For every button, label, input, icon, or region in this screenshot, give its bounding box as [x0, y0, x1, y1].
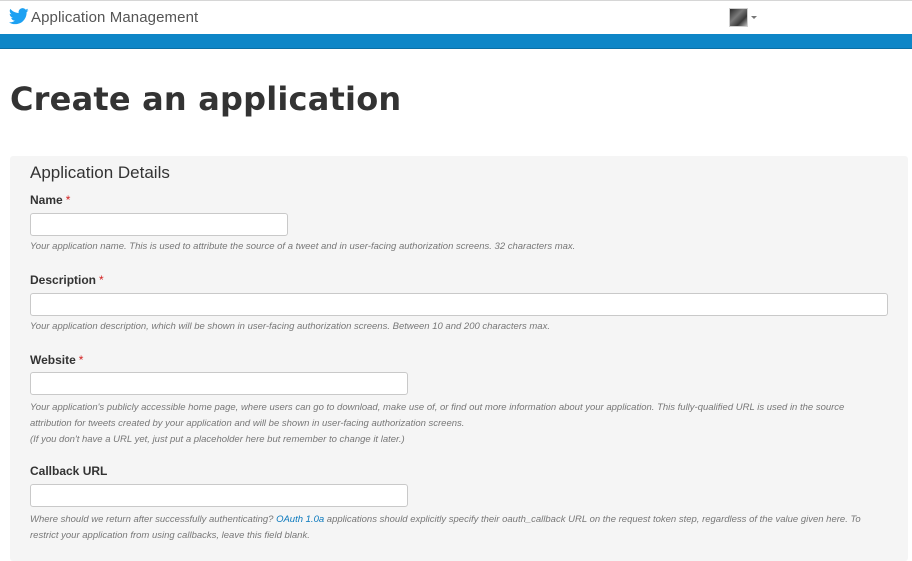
name-label: Name * [30, 193, 70, 207]
website-help: Your application's publicly accessible h… [30, 400, 870, 448]
name-label-text: Name [30, 193, 63, 207]
required-marker: * [78, 353, 84, 367]
required-marker: * [65, 193, 71, 207]
twitter-bird-icon[interactable] [9, 8, 29, 25]
name-input[interactable] [30, 213, 288, 236]
callback-url-input[interactable] [30, 484, 408, 507]
website-label-text: Website [30, 353, 76, 367]
callback-url-help-text: Where should we return after successfull… [30, 512, 880, 544]
accent-bar [0, 34, 912, 49]
website-help-note: (If you don't have a URL yet, just put a… [30, 434, 405, 445]
website-label: Website * [30, 353, 83, 367]
website-help-text: Your application's publicly accessible h… [30, 402, 845, 429]
user-menu[interactable] [729, 8, 759, 28]
required-marker: * [99, 273, 104, 287]
website-input[interactable] [30, 372, 408, 395]
top-navbar: Application Management [0, 0, 912, 34]
callback-url-label-text: Callback URL [30, 464, 108, 478]
name-help-text: Your application name. This is used to a… [30, 241, 576, 252]
description-help-text: Your application description, which will… [30, 321, 550, 332]
callback-url-help: Where should we return after successfull… [30, 512, 880, 544]
application-details-panel: Application Details Name * Your applicati… [10, 156, 908, 561]
description-label: Description * [30, 273, 104, 287]
description-help: Your application description, which will… [30, 319, 550, 335]
description-input[interactable] [30, 293, 888, 316]
section-title: Application Details [30, 163, 170, 182]
app-title[interactable]: Application Management [31, 9, 198, 26]
page-title: Create an application [10, 80, 402, 118]
callback-url-label: Callback URL [30, 464, 107, 478]
oauth-link[interactable]: OAuth 1.0a [276, 514, 324, 525]
caret-down-icon[interactable] [751, 16, 757, 19]
avatar[interactable] [729, 8, 748, 27]
name-help: Your application name. This is used to a… [30, 239, 575, 255]
callback-help-before: Where should we return after successfull… [30, 514, 277, 525]
description-label-text: Description [30, 273, 97, 287]
